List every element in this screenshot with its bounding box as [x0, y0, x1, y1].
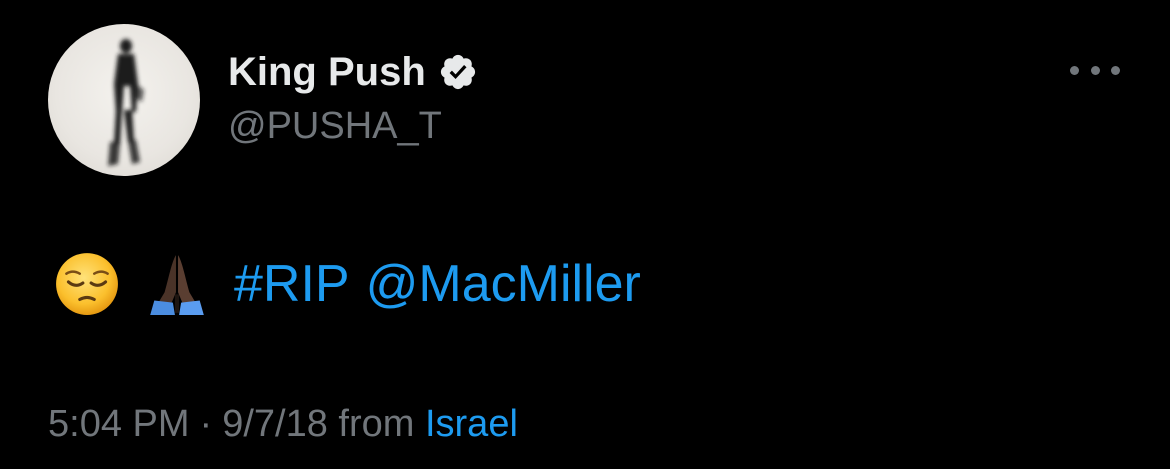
pensive-face-emoji-icon: [56, 253, 118, 315]
meta-separator: ·: [199, 403, 213, 445]
tweet-detail: King Push @PUSHA_T #RIP @MacMiller 5:04 …: [0, 0, 1170, 469]
author-handle[interactable]: @PUSHA_T: [228, 102, 442, 150]
tweet-text: #RIP @MacMiller: [54, 252, 641, 316]
verified-badge-icon: [440, 54, 475, 90]
tweet-date[interactable]: 9/7/18: [222, 403, 328, 445]
from-label: from: [338, 403, 415, 445]
folded-hands-emoji-icon: [150, 255, 204, 315]
more-dot: [1070, 65, 1079, 75]
location-link[interactable]: Israel: [425, 403, 518, 445]
tweet-time[interactable]: 5:04 PM: [48, 403, 190, 445]
mention-link[interactable]: @MacMiller: [366, 252, 641, 316]
author-display-name[interactable]: King Push: [228, 48, 478, 96]
tweet-metadata: 5:04 PM · 9/7/18 from Israel: [48, 400, 518, 448]
more-dot: [1090, 65, 1100, 75]
avatar[interactable]: [48, 24, 200, 176]
more-dot: [1111, 65, 1120, 75]
hashtag-link[interactable]: #RIP: [234, 252, 350, 316]
display-name-text[interactable]: King Push: [228, 48, 426, 96]
avatar-figure-image: [108, 39, 144, 166]
more-options-icon[interactable]: [1070, 58, 1120, 82]
